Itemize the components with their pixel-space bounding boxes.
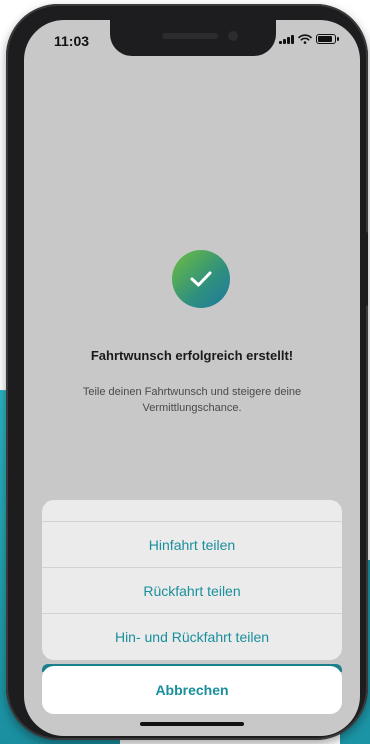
wifi-icon	[298, 34, 312, 44]
signal-icon	[279, 34, 294, 44]
home-indicator[interactable]	[140, 722, 244, 726]
volume-up-button	[8, 196, 14, 244]
mute-switch	[8, 148, 14, 172]
front-camera	[228, 31, 238, 41]
confirmation-subtitle: Teile deinen Fahrtwunsch und steigere de…	[82, 386, 302, 414]
share-outbound-button[interactable]: Hinfahrt teilen	[42, 522, 342, 568]
share-action-sheet: Hinfahrt teilen Rückfahrt teilen Hin- un…	[42, 500, 342, 660]
status-time: 11:03	[54, 33, 90, 49]
speaker-grille	[162, 33, 218, 39]
phone-screen: 11:03 Fahrtwunsch erfolgreich erstellt! …	[24, 20, 360, 736]
share-return-button[interactable]: Rückfahrt teilen	[42, 568, 342, 614]
notch	[110, 20, 276, 56]
power-button	[362, 232, 368, 306]
share-round-trip-button[interactable]: Hin- und Rückfahrt teilen	[42, 614, 342, 660]
cancel-button[interactable]: Abbrechen	[42, 666, 342, 714]
volume-down-button	[8, 256, 14, 304]
confirmation-title: Fahrtwunsch erfolgreich erstellt!	[90, 348, 294, 363]
action-sheet-header	[42, 500, 342, 522]
phone-frame: 11:03 Fahrtwunsch erfolgreich erstellt! …	[6, 4, 368, 740]
battery-icon	[316, 34, 339, 44]
check-icon	[172, 250, 230, 308]
status-icons	[279, 34, 339, 44]
